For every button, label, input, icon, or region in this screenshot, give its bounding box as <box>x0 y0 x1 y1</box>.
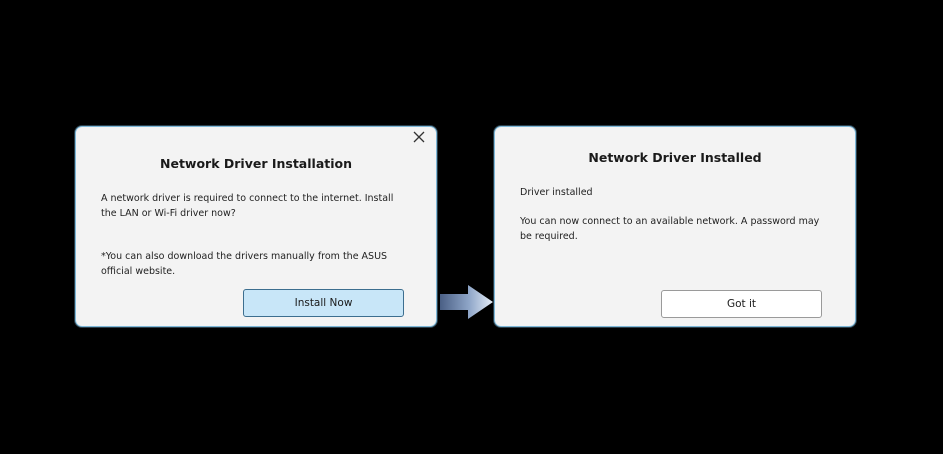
network-driver-installed-dialog: Network Driver Installed Driver installe… <box>494 126 856 327</box>
dialog-message: You can now connect to an available netw… <box>520 216 820 242</box>
dialog-status: Driver installed <box>520 187 593 198</box>
network-driver-installation-dialog: Network Driver Installation A network dr… <box>75 126 437 327</box>
dialog-footnote: *You can also download the drivers manua… <box>101 251 388 277</box>
close-icon[interactable] <box>410 128 428 146</box>
dialog-title: Network Driver Installation <box>160 156 352 171</box>
arrow-right-icon <box>440 285 493 319</box>
dialog-title: Network Driver Installed <box>588 150 762 165</box>
got-it-button[interactable]: Got it <box>661 290 822 318</box>
install-now-button[interactable]: Install Now <box>243 289 404 317</box>
dialog-message: A network driver is required to connect … <box>101 193 394 219</box>
